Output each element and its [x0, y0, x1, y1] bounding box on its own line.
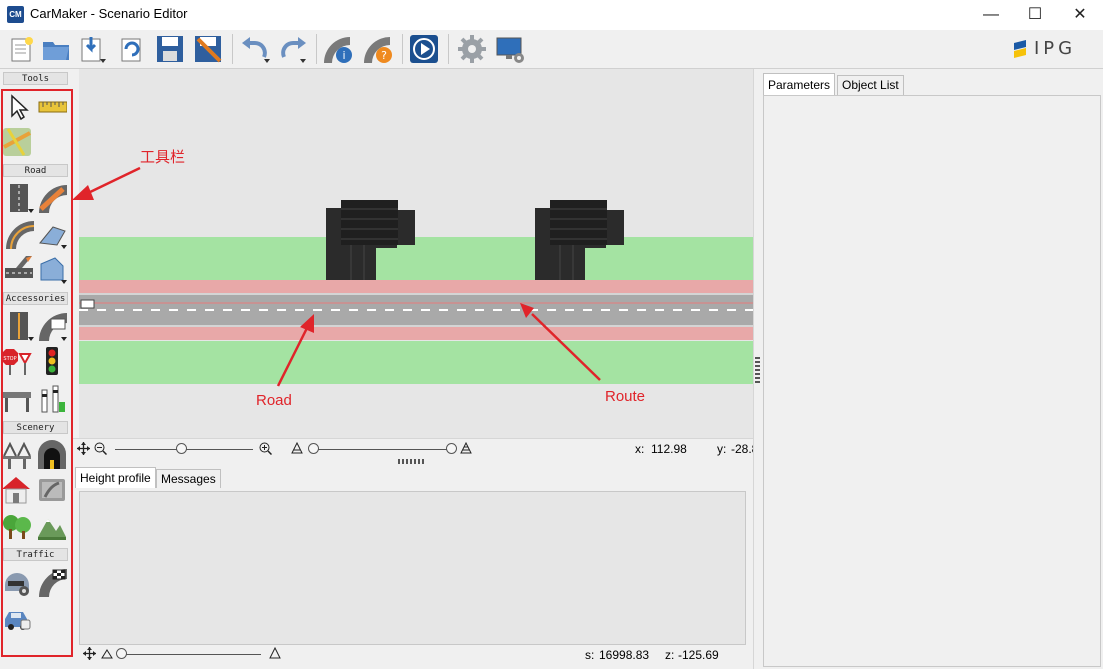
splitter-grip[interactable] — [398, 459, 426, 464]
tilt-low-icon[interactable] — [291, 442, 303, 455]
z-label: z: — [665, 648, 675, 662]
annotation-road-label: Road — [256, 392, 292, 409]
close-button[interactable]: ✕ — [1057, 0, 1103, 30]
height-profile-status-bar: s: 16998.83 z: -125.69 — [79, 645, 746, 665]
tilt-slider-knob-left[interactable] — [308, 443, 319, 454]
tilt-high-icon[interactable] — [460, 442, 472, 455]
tab-parameters[interactable]: Parameters — [763, 73, 836, 96]
zoom-out-icon[interactable] — [94, 442, 107, 455]
annotation-arrows — [72, 166, 601, 387]
pan-move-icon[interactable] — [83, 647, 96, 660]
height-profile-panel — [79, 491, 746, 645]
s-label: s: — [585, 648, 595, 662]
tab-object-list[interactable]: Object List — [837, 75, 904, 95]
ipg-logo-icon — [1014, 40, 1026, 58]
scale-low-icon[interactable] — [101, 647, 113, 660]
tilt-slider-track[interactable] — [309, 449, 453, 450]
s-value: 16998.83 — [599, 648, 650, 662]
ipg-logo-text: IPG — [1034, 38, 1077, 59]
zoom-slider-knob[interactable] — [176, 443, 187, 454]
maximize-button[interactable]: ☐ — [1012, 0, 1058, 30]
coord-y-label: y: — [717, 442, 727, 456]
z-value: -125.69 — [678, 648, 719, 662]
scale-high-icon[interactable] — [269, 647, 281, 660]
annotation-route-label: Route — [605, 388, 646, 405]
tilt-slider-knob-right[interactable] — [446, 443, 457, 454]
splitter-grip[interactable] — [755, 355, 760, 383]
coord-x-label: x: — [635, 442, 645, 456]
canvas-status-bar: x: 112.98 y: -28.8 — [73, 438, 758, 458]
scale-slider-knob[interactable] — [116, 648, 127, 659]
coord-x-value: 112.98 — [651, 442, 687, 456]
tab-messages[interactable]: Messages — [156, 469, 221, 488]
zoom-in-icon[interactable] — [259, 442, 272, 455]
horizontal-splitter[interactable] — [73, 458, 755, 466]
annotation-toolbar-label: 工具栏 — [140, 149, 186, 166]
tab-height-profile[interactable]: Height profile — [75, 467, 156, 488]
parameters-panel — [763, 95, 1101, 667]
scale-slider-track[interactable] — [121, 654, 261, 655]
pan-move-icon[interactable] — [77, 442, 90, 455]
minimize-button[interactable]: — — [968, 0, 1014, 30]
vertical-splitter[interactable] — [753, 69, 761, 669]
